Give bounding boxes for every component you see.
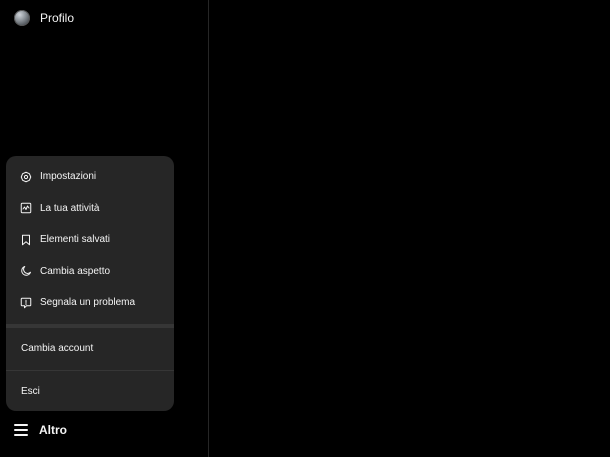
more-menu: Impostazioni La tua attività Elementi sa…	[6, 156, 174, 411]
menu-item-report-label: Segnala un problema	[40, 297, 136, 309]
nav-profile[interactable]: Profilo	[8, 4, 80, 32]
menu-item-settings[interactable]: Impostazioni	[6, 161, 174, 193]
menu-item-report[interactable]: Segnala un problema	[6, 287, 174, 319]
sidebar: Profilo Impostazioni La tua attività Ele…	[0, 0, 209, 457]
menu-item-activity-label: La tua attività	[40, 202, 100, 214]
menu-item-saved-label: Elementi salvati	[40, 234, 111, 246]
report-icon	[20, 297, 32, 309]
menu-item-activity[interactable]: La tua attività	[6, 193, 174, 225]
bookmark-icon	[20, 234, 32, 246]
app-window: Profilo Impostazioni La tua attività Ele…	[0, 0, 610, 457]
main-content	[210, 0, 610, 457]
hamburger-icon	[14, 424, 28, 436]
settings-icon	[20, 171, 32, 183]
menu-item-switch-account[interactable]: Cambia account	[6, 328, 174, 370]
nav-profile-label: Profilo	[40, 11, 75, 25]
menu-item-settings-label: Impostazioni	[40, 171, 97, 183]
menu-item-logout[interactable]: Esci	[6, 371, 174, 412]
menu-item-appearance-label: Cambia aspetto	[40, 265, 111, 277]
menu-item-saved[interactable]: Elementi salvati	[6, 224, 174, 256]
avatar	[14, 10, 30, 26]
moon-icon	[20, 265, 32, 277]
menu-item-appearance[interactable]: Cambia aspetto	[6, 256, 174, 288]
menu-main-section: Impostazioni La tua attività Elementi sa…	[6, 156, 174, 319]
activity-icon	[20, 202, 32, 214]
nav-more-label: Altro	[39, 423, 67, 437]
nav-more[interactable]: Altro	[8, 416, 73, 444]
